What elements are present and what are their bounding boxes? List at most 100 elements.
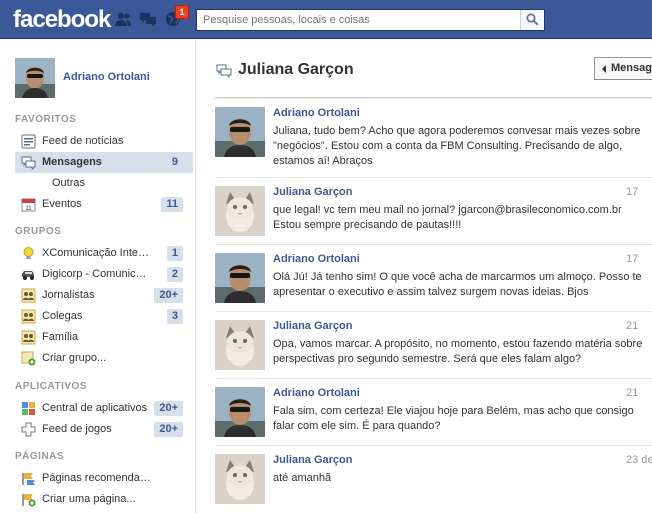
message-time: 21 [626, 387, 639, 399]
message-text: Juliana, tudo bem? Acho que agora podere… [273, 125, 641, 167]
sidebar-item-label: Feed de jogos [42, 423, 112, 435]
author-avatar[interactable] [215, 454, 265, 504]
search-icon [526, 13, 539, 26]
group-icon [21, 309, 36, 324]
sidebar-item-label: Central de aplicativos [42, 402, 148, 414]
author-avatar[interactable] [215, 186, 265, 236]
sidebar-item-label: Criar grupo... [42, 352, 107, 364]
group-icon [21, 288, 36, 303]
message-text: Opa, vamos marcar. A propósito, no momen… [273, 338, 643, 365]
message-time: 23 de [626, 454, 652, 466]
author-avatar[interactable] [215, 320, 265, 370]
sidebar-item-create-group[interactable]: Criar grupo... [15, 348, 193, 369]
svg-text:11: 11 [25, 206, 32, 212]
sidebar-item-label: Criar uma página... [42, 493, 136, 505]
messages-jewel-icon[interactable] [139, 11, 157, 27]
sidebar-item-messages[interactable]: Mensagens 9 [15, 152, 193, 173]
sidebar-item-label: Jornalistas [42, 289, 95, 301]
sidebar-item-label: Mensagens [42, 156, 102, 168]
new-message-button[interactable]: Mensagem [594, 57, 652, 80]
sidebar-item-label: Digicorp - Comunicaç... [42, 268, 152, 280]
pages-icon [22, 473, 35, 485]
sidebar-item-group[interactable]: Digicorp - Comunicaç... 2 [15, 264, 193, 285]
section-favoritos: FAVORITOS [15, 114, 77, 125]
section-aplicativos: APLICATIVOS [15, 381, 87, 392]
app-count-badge: 20+ [154, 401, 183, 416]
search-input[interactable] [197, 10, 517, 30]
facebook-logo[interactable]: facebook [13, 6, 111, 34]
conversation-icon [216, 64, 232, 78]
sidebar-item-label: Colegas [42, 310, 83, 322]
profile-name[interactable]: Adriano Ortolani [63, 71, 150, 83]
message-item: Juliana Garçon Opa, vamos marcar. A prop… [215, 311, 652, 379]
sidebar-item-label: Páginas recomendadas [42, 472, 152, 484]
sidebar-item-group[interactable]: Família [15, 327, 193, 348]
messages-icon [21, 156, 36, 170]
section-paginas: PÁGINAS [15, 451, 65, 462]
sidebar-item-label: Eventos [42, 198, 82, 210]
profile-avatar[interactable] [15, 58, 55, 98]
sidebar-item-label: Família [42, 331, 79, 343]
sidebar-item-recommended-pages[interactable]: Páginas recomendadas [15, 468, 193, 489]
message-time: 17 [626, 253, 639, 265]
conversation-panel: Juliana Garçon Mensagem Adriano Ortolani… [197, 40, 652, 513]
app-center-icon [22, 402, 35, 415]
news-feed-icon [21, 134, 36, 149]
unread-count-badge: 9 [171, 156, 178, 168]
sidebar-item-label: XComunicação Interna [42, 247, 152, 259]
message-text: Fala sim, com certeza! Ele viajou hoje p… [273, 405, 634, 432]
message-item: Juliana Garçon até amanhã 23 de [215, 445, 652, 513]
section-grupos: GRUPOS [15, 226, 62, 237]
author-avatar[interactable] [215, 387, 265, 437]
sidebar-item-group[interactable]: XComunicação Interna 1 [15, 243, 193, 264]
search-box [196, 9, 545, 31]
create-group-icon [21, 351, 36, 366]
lightbulb-icon [23, 247, 34, 259]
message-text: até amanhã [273, 472, 332, 484]
friend-requests-icon[interactable] [114, 11, 132, 27]
games-icon [21, 422, 36, 437]
sidebar-item-news-feed[interactable]: Feed de notícias [15, 131, 193, 152]
message-author[interactable]: Juliana Garçon [273, 186, 352, 198]
sidebar-item-games-feed[interactable]: Feed de jogos 20+ [15, 419, 193, 440]
message-item: Juliana Garçon que legal! vc tem meu mai… [215, 177, 652, 245]
author-avatar[interactable] [215, 107, 265, 157]
car-icon [22, 271, 34, 280]
chevron-left-icon [602, 65, 606, 73]
create-page-icon [22, 494, 36, 507]
message-author[interactable]: Juliana Garçon [273, 454, 352, 466]
message-author[interactable]: Juliana Garçon [273, 320, 352, 332]
event-count-badge: 11 [161, 197, 183, 212]
search-button[interactable] [520, 10, 544, 30]
message-item: Adriano Ortolani Olá Jú! Já tenho sim! O… [215, 244, 652, 312]
message-time: 17 [626, 186, 639, 198]
sidebar-item-events[interactable]: 11 Eventos 11 [15, 194, 193, 215]
group-count-badge: 20+ [154, 288, 183, 303]
message-author[interactable]: Adriano Ortolani [273, 253, 360, 265]
message-author[interactable]: Adriano Ortolani [273, 387, 360, 399]
group-icon [21, 330, 36, 345]
calendar-icon: 11 [21, 198, 36, 212]
sidebar-item-app-center[interactable]: Central de aplicativos 20+ [15, 398, 193, 419]
top-bar: facebook 1 [0, 0, 652, 39]
notification-count-badge[interactable]: 1 [175, 5, 189, 19]
new-message-label: Mensagem [611, 62, 652, 74]
sidebar-item-label: Outras [52, 177, 86, 189]
message-author[interactable]: Adriano Ortolani [273, 107, 360, 119]
sidebar-item-create-page[interactable]: Criar uma página... [15, 489, 193, 510]
author-avatar[interactable] [215, 253, 265, 303]
message-text: Olá Jú! Já tenho sim! O que você acha de… [273, 271, 642, 298]
games-count-badge: 20+ [154, 422, 183, 437]
conversation-title: Juliana Garçon [238, 61, 354, 78]
sidebar-item-label: Feed de notícias [42, 135, 124, 147]
sidebar-item-group[interactable]: Jornalistas 20+ [15, 285, 193, 306]
sidebar-item-other-messages[interactable]: Outras [15, 173, 193, 194]
group-count-badge: 1 [166, 246, 183, 261]
message-item: Adriano Ortolani Fala sim, com certeza! … [215, 378, 652, 446]
group-count-badge: 3 [166, 309, 183, 324]
message-time: 21 [626, 320, 639, 332]
group-count-badge: 2 [166, 267, 183, 282]
message-item: Adriano Ortolani Juliana, tudo bem? Acho… [215, 98, 652, 172]
left-sidebar: Adriano Ortolani FAVORITOS Feed de notíc… [0, 40, 196, 513]
sidebar-item-group[interactable]: Colegas 3 [15, 306, 193, 327]
